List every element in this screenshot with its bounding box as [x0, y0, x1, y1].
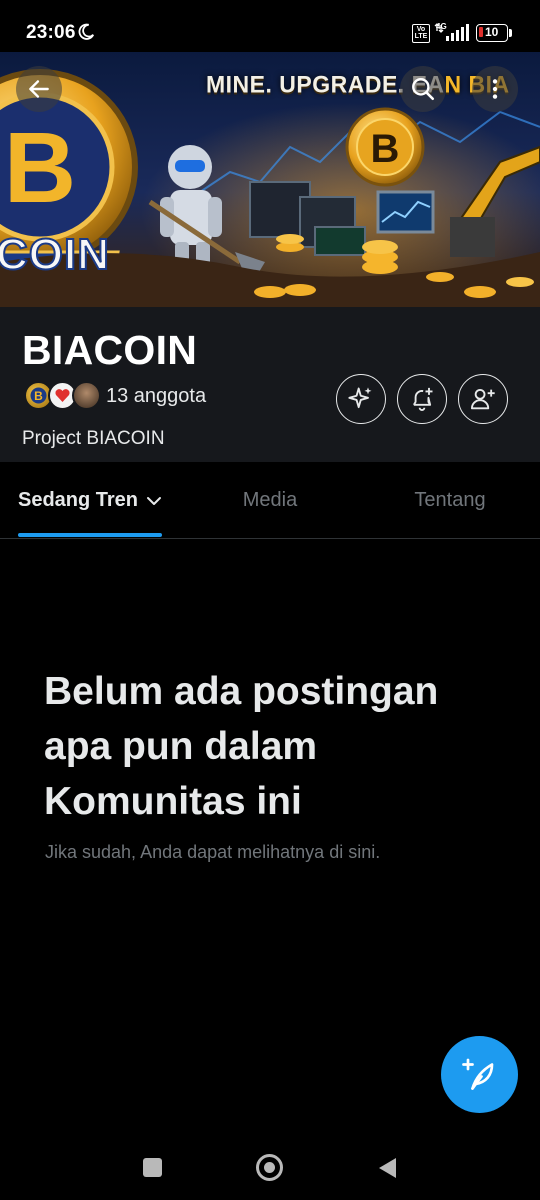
chevron-down-icon [147, 496, 162, 505]
home-icon[interactable] [256, 1154, 283, 1181]
tab-trending[interactable]: Sedang Tren [0, 462, 180, 539]
status-bar: 23:06 Vo LTE 4G 10 [0, 0, 540, 52]
avatar [72, 381, 101, 410]
more-options-button[interactable] [472, 66, 518, 112]
tab-about[interactable]: Tentang [360, 462, 540, 539]
status-time: 23:06 [26, 22, 76, 43]
more-vertical-icon [492, 79, 498, 99]
battery-fill [479, 27, 483, 37]
svg-text:B: B [371, 127, 400, 171]
join-button[interactable] [458, 374, 508, 424]
svg-text:B: B [34, 389, 43, 403]
add-person-icon [470, 388, 495, 410]
member-count[interactable]: 13 anggota [106, 385, 206, 408]
nav-back-icon[interactable] [376, 1156, 398, 1180]
community-tabs: Sedang Tren Media Tentang [0, 462, 540, 539]
banner-slogan: MINE. UPGRADE. EAN BIA [206, 70, 510, 98]
compose-feather-plus-icon [461, 1058, 493, 1090]
active-tab-indicator [18, 533, 162, 537]
tab-about-label: Tentang [414, 489, 486, 511]
system-nav-bar [0, 1130, 540, 1200]
compose-post-button[interactable] [441, 1036, 518, 1113]
community-description: Project BIACOIN [22, 428, 165, 449]
sparkle-button[interactable] [336, 374, 386, 424]
sparkle-icon [348, 387, 372, 409]
tab-media-label: Media [242, 489, 298, 511]
search-button[interactable] [400, 66, 446, 112]
bell-plus-icon [413, 387, 433, 411]
svg-text:B: B [4, 112, 76, 224]
signal-icon [434, 23, 469, 41]
back-button[interactable] [16, 66, 62, 112]
empty-state-title: Belum ada postingan apa pun dalam Komuni… [44, 670, 439, 823]
community-title: BIACOIN [22, 327, 198, 373]
empty-state-subtitle: Jika sudah, Anda dapat melihatnya di sin… [45, 842, 381, 862]
tab-media[interactable]: Media [180, 462, 360, 539]
search-icon [412, 78, 435, 101]
community-header: BIACOIN B 13 anggota Project BIACOIN [0, 307, 540, 462]
recent-apps-icon[interactable] [143, 1158, 162, 1177]
moon-icon [78, 23, 95, 40]
banner-coin-text: COIN [0, 229, 110, 280]
tab-trending-label: Sedang Tren [17, 489, 139, 511]
volte-icon: Vo LTE [412, 24, 430, 43]
community-banner: B B MINE. UPGRADE. EAN COIN [0, 52, 540, 307]
notification-button[interactable] [397, 374, 447, 424]
member-avatars[interactable]: B [24, 381, 104, 411]
back-arrow-icon [29, 80, 49, 98]
battery-icon: 10 [476, 24, 512, 42]
battery-level: 10 [485, 25, 499, 39]
